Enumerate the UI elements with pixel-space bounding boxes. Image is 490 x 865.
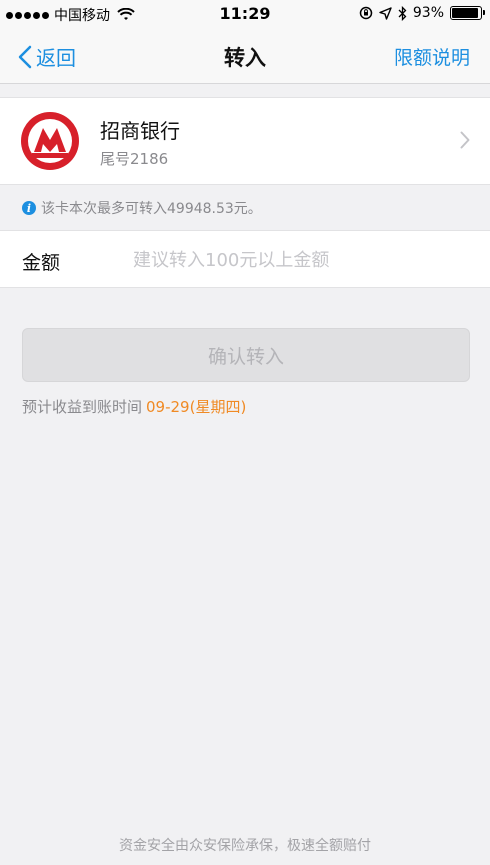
amount-input[interactable] [133, 243, 463, 277]
transfer-limit-notice: i 该卡本次最多可转入49948.53元。 [22, 198, 262, 218]
info-icon: i [22, 201, 36, 215]
status-right: 93% [359, 5, 485, 21]
status-bar: 中国移动 11:29 93% [0, 0, 490, 30]
bank-card-selector[interactable]: 招商银行 尾号2186 [0, 97, 490, 185]
card-tail-number: 尾号2186 [100, 150, 169, 168]
earnings-arrival-time: 预计收益到账时间 09-29(星期四) [22, 396, 246, 417]
chevron-right-icon [460, 131, 470, 149]
eta-date: 09-29(星期四) [146, 398, 247, 416]
location-icon [379, 6, 392, 20]
bank-logo-icon [21, 112, 79, 170]
bank-name: 招商银行 [100, 119, 180, 143]
amount-row: 金额 [0, 230, 490, 288]
insurance-note: 资金安全由众安保险承保，极速全额赔付 [119, 838, 371, 854]
amount-label: 金额 [22, 252, 61, 274]
bluetooth-icon [398, 5, 407, 21]
rotation-lock-icon [359, 6, 373, 20]
limit-info-link[interactable]: 限额说明 [394, 43, 470, 70]
battery-icon [450, 6, 485, 20]
nav-bar: 返回 转入 限额说明 [0, 30, 490, 84]
eta-label: 预计收益到账时间 [22, 398, 143, 416]
transfer-limit-text: 该卡本次最多可转入49948.53元。 [41, 201, 262, 217]
battery-percent: 93% [412, 5, 444, 21]
confirm-transfer-button[interactable]: 确认转入 [22, 328, 470, 382]
